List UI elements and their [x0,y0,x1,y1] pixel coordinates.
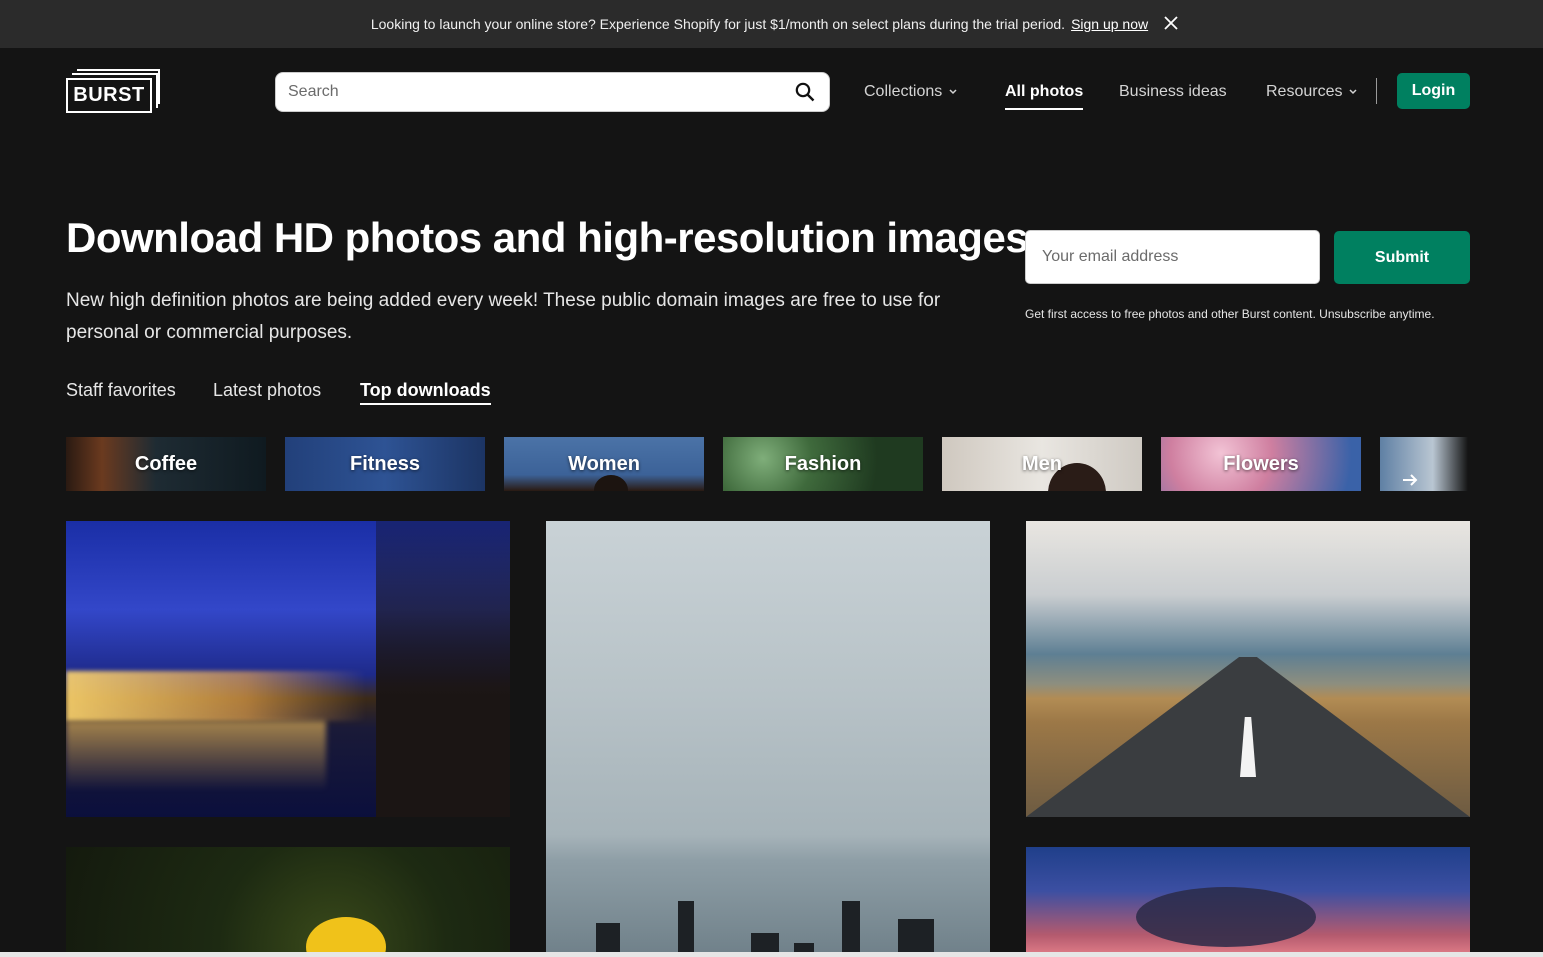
category-flowers[interactable]: Flowers [1161,437,1361,491]
category-women[interactable]: Women [504,437,704,491]
category-label: Flowers [1223,452,1299,475]
nav-divider [1376,78,1377,104]
arrow-right-icon[interactable] [1400,470,1420,490]
photo-yellow-flower[interactable] [66,847,510,957]
tab-top-downloads[interactable]: Top downloads [360,380,491,405]
photo-detail [66,721,326,791]
chevron-down-icon [1348,88,1358,96]
category-coffee[interactable]: Coffee [66,437,266,491]
tab-staff-favorites[interactable]: Staff favorites [66,380,176,401]
search-input[interactable] [288,83,793,101]
photo-sea-pier-posts[interactable] [546,521,990,957]
category-label: Coffee [134,452,198,475]
photo-detail [66,671,366,721]
site-header: BURST Collections All photos Business id… [0,48,1543,138]
photo-detail [376,521,510,817]
category-label: Men [1022,452,1062,475]
page-title: Download HD photos and high-resolution i… [66,214,1029,261]
announcement-message: Looking to launch your online store? Exp… [370,16,1066,32]
category-label: Women [568,452,640,475]
nav-resources[interactable]: Resources [1266,80,1358,104]
nav-business-ideas[interactable]: Business ideas [1119,80,1227,104]
category-men[interactable]: Men [942,437,1142,491]
nav-resources-label: Resources [1266,83,1343,100]
photo-detail [678,901,694,957]
newsletter-disclaimer: Get first access to free photos and othe… [1025,307,1435,321]
page-bottom-edge [0,952,1543,957]
nav-collections-label: Collections [864,83,943,100]
nav-all-photos[interactable]: All photos [1005,80,1084,110]
photo-sunset-clouds[interactable] [1026,847,1470,957]
email-field-wrapper[interactable] [1025,230,1320,284]
burst-logo[interactable]: BURST [66,69,162,116]
logo-text: BURST [66,78,152,113]
photo-open-road[interactable] [1026,521,1470,817]
page-subtitle: New high definition photos are being add… [66,290,941,343]
photo-amsterdam-canal[interactable] [66,521,510,817]
category-fitness[interactable]: Fitness [285,437,485,491]
chevron-down-icon [948,88,958,96]
close-icon[interactable] [1160,12,1182,34]
category-label: Fitness [349,452,421,475]
photo-detail [306,917,386,957]
login-button[interactable]: Login [1397,73,1470,109]
nav-all-photos-label: All photos [1005,83,1084,100]
nav-collections[interactable]: Collections [864,80,958,104]
category-photo-subject [594,475,628,491]
search-icon[interactable] [793,80,817,104]
category-scroll-next[interactable] [1380,437,1468,491]
tab-latest-photos[interactable]: Latest photos [213,380,321,401]
photo-detail [842,901,860,957]
submit-button[interactable]: Submit [1334,231,1470,284]
nav-business-ideas-label: Business ideas [1119,83,1227,100]
search-bar[interactable] [275,72,830,112]
signup-link[interactable]: Sign up now [1071,16,1148,32]
photo-detail [1136,887,1316,947]
category-fashion[interactable]: Fashion [723,437,923,491]
category-label: Fashion [784,452,862,475]
announcement-bar: Looking to launch your online store? Exp… [0,0,1543,48]
email-field[interactable] [1042,248,1303,266]
